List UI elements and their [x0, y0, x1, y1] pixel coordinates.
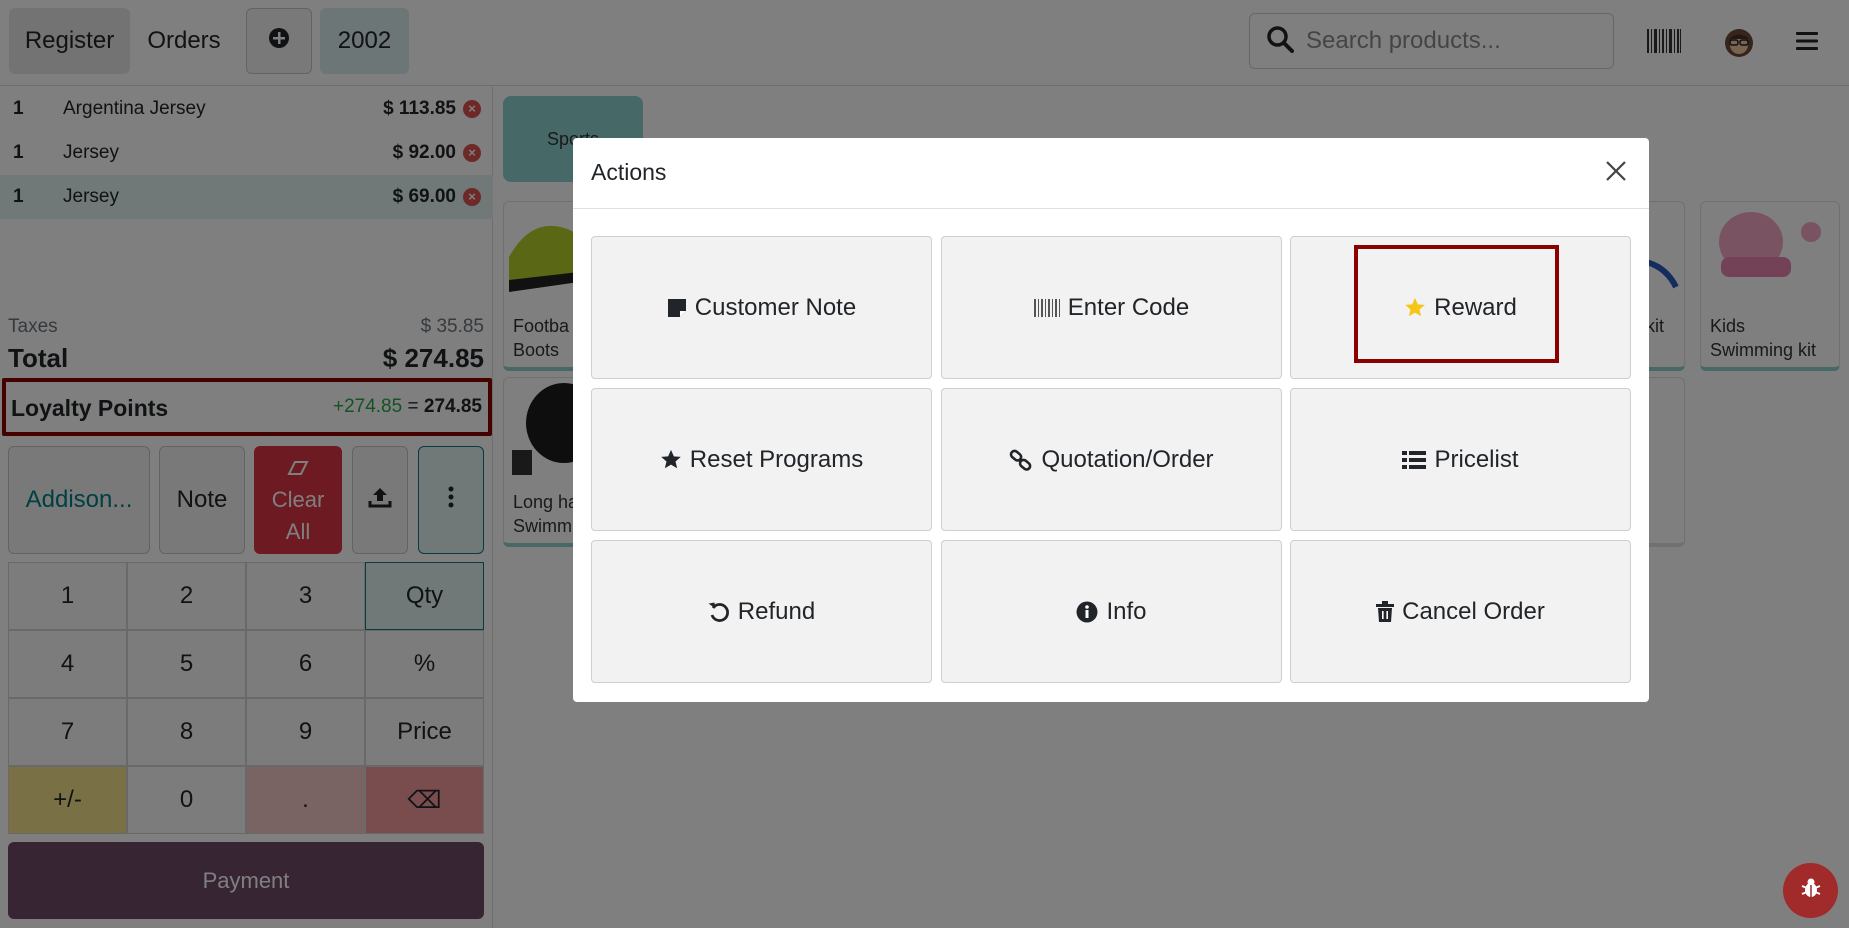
- enter-code-label: Enter Code: [1067, 293, 1190, 321]
- reset-programs-label: Reset Programs: [689, 445, 864, 473]
- actions-dialog: Actions Customer Note Enter Code Reward …: [573, 138, 1649, 702]
- barcode-icon: [1033, 298, 1060, 318]
- trash-icon: [1376, 600, 1395, 623]
- dialog-title: Actions: [591, 159, 667, 185]
- customer-note-label: Customer Note: [694, 293, 857, 321]
- enter-code-button[interactable]: Enter Code: [941, 236, 1282, 379]
- quotation-order-label: Quotation/Order: [1041, 445, 1214, 473]
- undo-icon: [708, 601, 730, 623]
- bug-icon: [1799, 876, 1823, 905]
- cancel-order-label: Cancel Order: [1402, 597, 1545, 625]
- close-dialog-button[interactable]: [1601, 158, 1631, 188]
- debug-button[interactable]: [1783, 863, 1838, 918]
- link-icon: [1009, 449, 1033, 471]
- refund-label: Refund: [737, 597, 816, 625]
- customer-note-button[interactable]: Customer Note: [591, 236, 932, 379]
- reset-programs-button[interactable]: Reset Programs: [591, 388, 932, 531]
- star-icon: [660, 449, 682, 471]
- sticky-note-icon: [667, 298, 687, 318]
- info-icon: [1076, 601, 1098, 623]
- close-icon: [1605, 160, 1627, 187]
- highlight-box: [1354, 245, 1559, 363]
- quotation-order-button[interactable]: Quotation/Order: [941, 388, 1282, 531]
- pricelist-button[interactable]: Pricelist: [1290, 388, 1631, 531]
- refund-button[interactable]: Refund: [591, 540, 932, 683]
- list-icon: [1402, 450, 1427, 470]
- dialog-header: Actions: [573, 138, 1649, 209]
- info-button[interactable]: Info: [941, 540, 1282, 683]
- info-label: Info: [1106, 597, 1147, 625]
- pricelist-label: Pricelist: [1434, 445, 1519, 473]
- cancel-order-button[interactable]: Cancel Order: [1290, 540, 1631, 683]
